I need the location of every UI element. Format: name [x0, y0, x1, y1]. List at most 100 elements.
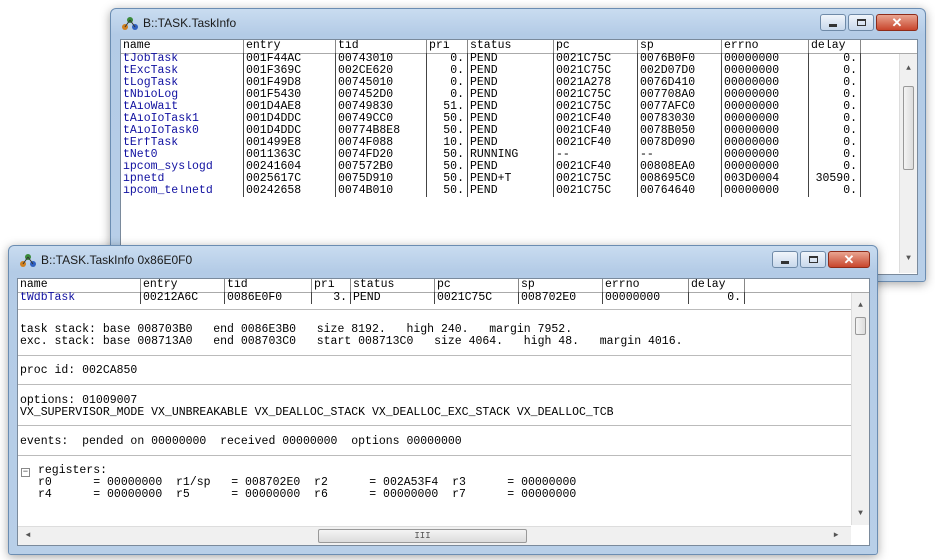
cell-status: RUNNING [468, 149, 554, 161]
minimize-button[interactable] [820, 14, 846, 31]
vertical-scrollbar[interactable]: ▲ ▼ [851, 293, 869, 525]
options-flags: VX_SUPERVISOR_MODE VX_UNBREAKABLE VX_DEA… [20, 406, 614, 419]
close-button[interactable]: ✕ [876, 14, 918, 31]
header-pc[interactable]: pc [435, 279, 519, 292]
table-row[interactable]: tAioWait 001D4AE8 00749830 51. PEND 0021C75C 0… [121, 101, 917, 113]
cell-errno: 00000000 [603, 292, 689, 304]
cell-delay: 0. [809, 89, 861, 101]
header-status[interactable]: status [468, 40, 554, 53]
horizontal-scrollbar[interactable]: ◄ III ► [18, 526, 851, 545]
cell-tid: 00745010 [336, 77, 427, 89]
header-pc[interactable]: pc [554, 40, 638, 53]
taskinfo-detail-window: B::TASK.TaskInfo 0x86E0F0 ✕ name entry t… [8, 245, 878, 555]
cell-pc: 0021C75C [435, 292, 519, 304]
cell-errno: 00000000 [722, 101, 809, 113]
header-tid[interactable]: tid [336, 40, 427, 53]
table-row[interactable]: ipcom_syslogd 00241604 007572B0 50. PEND 0021… [121, 161, 917, 173]
scroll-up-icon[interactable]: ▲ [900, 62, 917, 76]
scroll-grip: III [414, 531, 431, 541]
table-row[interactable]: tErfTask 001499E8 0074F088 10. PEND 0021CF40 0… [121, 137, 917, 149]
header-entry[interactable]: entry [141, 279, 225, 292]
header-status[interactable]: status [351, 279, 435, 292]
scroll-down-icon[interactable]: ▼ [852, 507, 869, 521]
table-row[interactable]: tLogTask 001F49D8 00745010 0. PEND 0021A278 00… [121, 77, 917, 89]
header-errno[interactable]: errno [603, 279, 689, 292]
cell-entry: 001D4AE8 [244, 101, 336, 113]
header-tid[interactable]: tid [225, 279, 312, 292]
table-row[interactable]: tNet0 0011363C 0074FD20 50. RUNNING -- -- 00000… [121, 149, 917, 161]
maximize-button[interactable] [800, 251, 826, 268]
scroll-thumb[interactable] [903, 86, 914, 170]
cell-name: tAioIoTask1 [121, 113, 244, 125]
cell-sp: 0078D090 [638, 137, 722, 149]
cell-pri: 3. [312, 292, 351, 304]
column-header: name entry tid pri status pc sp errno de… [121, 40, 917, 54]
cell-pc: 0021C75C [554, 53, 638, 65]
cell-status: PEND [468, 161, 554, 173]
events-info: events: pended on 00000000 received 0000… [20, 435, 462, 448]
cell-name: tNet0 [121, 149, 244, 161]
cell-name: tNbioLog [121, 89, 244, 101]
cell-sp: 0077AFC0 [638, 101, 722, 113]
cell-pri: 51. [427, 101, 468, 113]
divider [18, 309, 869, 310]
minimize-button[interactable] [772, 251, 798, 268]
maximize-button[interactable] [848, 14, 874, 31]
header-pri[interactable]: pri [312, 279, 351, 292]
cell-delay: 0. [809, 125, 861, 137]
header-delay[interactable]: delay [809, 40, 861, 53]
table-row[interactable]: tExcTask 001F369C 002CE620 0. PEND 0021C75C 00… [121, 65, 917, 77]
cell-delay: 0. [809, 113, 861, 125]
close-button[interactable]: ✕ [828, 251, 870, 268]
minimize-icon [829, 23, 837, 27]
header-sp[interactable]: sp [519, 279, 603, 292]
header-delay[interactable]: delay [689, 279, 745, 292]
cell-entry: 001D4DDC [244, 125, 336, 137]
header-entry[interactable]: entry [244, 40, 336, 53]
cell-pc: 0021CF40 [554, 125, 638, 137]
scroll-up-icon[interactable]: ▲ [852, 299, 869, 313]
table-row[interactable]: ipcom_telnetd 00242658 0074B010 50. PEND 0021… [121, 185, 917, 197]
table-row[interactable]: tAioIoTask0 001D4DDC 00774B8E8 50. PEND 0021C… [121, 125, 917, 137]
cell-name: ipcom_telnetd [121, 185, 244, 197]
cell-pri: 50. [427, 149, 468, 161]
table-row[interactable]: tJobTask 001F44AC 00743010 0. PEND 0021C75C 00… [121, 53, 917, 65]
cell-sp: 00783030 [638, 113, 722, 125]
cell-pri: 50. [427, 173, 468, 185]
cell-entry: 0011363C [244, 149, 336, 161]
cell-pc: 0021A278 [554, 77, 638, 89]
header-name[interactable]: name [18, 279, 141, 292]
horizontal-scroll-thumb[interactable]: III [318, 529, 527, 543]
scroll-left-icon[interactable]: ◄ [22, 529, 34, 543]
collapse-icon[interactable]: − [21, 468, 30, 477]
scroll-thumb[interactable] [855, 317, 866, 335]
cell-sp: 002D07D0 [638, 65, 722, 77]
header-name[interactable]: name [121, 40, 244, 53]
scroll-right-icon[interactable]: ► [830, 529, 842, 543]
table-row[interactable]: tNbioLog 001F5430 007452D0 0. PEND 0021C75C 00… [121, 89, 917, 101]
task-detail-area: name entry tid pri status pc sp errno de… [17, 278, 870, 546]
table-row[interactable]: tWdbTask 00212A6C 0086E0F0 3. PEND 0021C… [18, 292, 869, 304]
cell-entry: 00212A6C [141, 292, 225, 304]
table-row[interactable]: tAioIoTask1 001D4DDC 00749CC0 50. PEND 0021CF… [121, 113, 917, 125]
window-title: B::TASK.TaskInfo 0x86E0F0 [41, 253, 193, 267]
cell-tid: 0086E0F0 [225, 292, 312, 304]
cell-sp: 007708A0 [638, 89, 722, 101]
cell-tid: 0074B010 [336, 185, 427, 197]
scroll-down-icon[interactable]: ▼ [900, 252, 917, 266]
cell-pc: 0021C75C [554, 89, 638, 101]
header-pri[interactable]: pri [427, 40, 468, 53]
cell-entry: 001F44AC [244, 53, 336, 65]
header-errno[interactable]: errno [722, 40, 809, 53]
vertical-scrollbar[interactable]: ▲ ▼ [899, 54, 917, 273]
title-bar[interactable]: B::TASK.TaskInfo 0x86E0F0 ✕ [9, 246, 877, 274]
cell-sp: 0078B050 [638, 125, 722, 137]
cell-status: PEND [468, 101, 554, 113]
title-bar[interactable]: B::TASK.TaskInfo ✕ [111, 9, 925, 37]
cell-name: tExcTask [121, 65, 244, 77]
header-sp[interactable]: sp [638, 40, 722, 53]
cell-entry: 00241604 [244, 161, 336, 173]
cell-errno: 003D0004 [722, 173, 809, 185]
register-row: r4 = 00000000 r5 = 00000000 r6 = 0000000… [38, 488, 577, 501]
table-row[interactable]: ipnetd 0025617C 0075D910 50. PEND+T 0021C75C 0… [121, 173, 917, 185]
